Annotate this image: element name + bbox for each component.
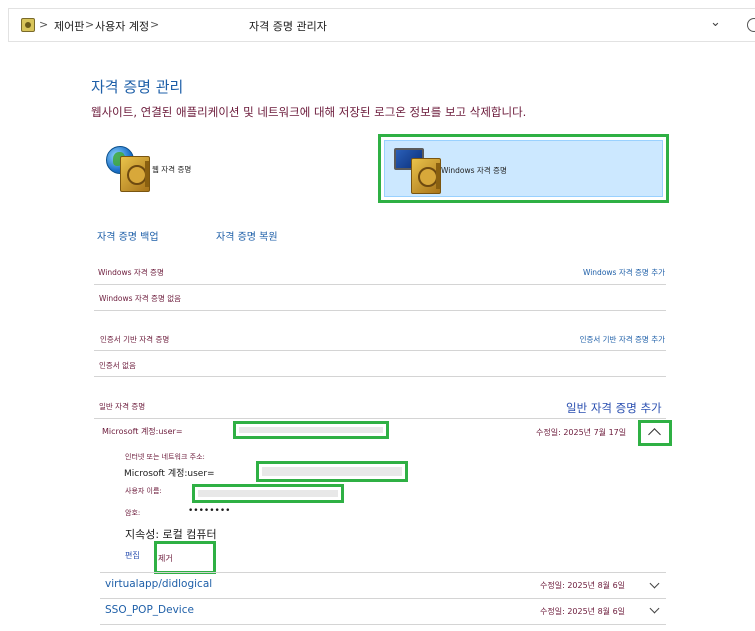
credential-modified-date: 수정일: 2025년 7월 17일 (536, 428, 627, 437)
certificate-credentials-heading: 인증서 기반 자격 증명 (100, 335, 170, 344)
credential-modified-date: 수정일: 2025년 8월 6일 (540, 607, 626, 616)
page-title: 자격 증명 관리 (91, 78, 184, 96)
breadcrumb-separator: > (39, 18, 49, 31)
credential-modified-date: 수정일: 2025년 8월 6일 (540, 581, 626, 590)
remove-credential-link[interactable]: 제거 (154, 541, 216, 574)
restore-credentials-link[interactable]: 자격 증명 복원 (216, 228, 278, 243)
password-value: •••••••• (188, 506, 231, 516)
redacted-region (192, 484, 344, 503)
chevron-down-icon[interactable] (649, 578, 660, 589)
address-label: 인터넷 또는 네트워크 주소: (125, 453, 205, 461)
collapse-credential-button[interactable] (638, 420, 672, 446)
selected-tile-background: Windows 자격 증명 (384, 140, 663, 197)
web-credentials-tile[interactable]: 웹 자격 증명 (102, 144, 322, 196)
divider (94, 418, 666, 419)
chevron-up-icon (648, 428, 661, 441)
address-value: Microsoft 계정:user= (124, 469, 215, 479)
persistence-value: 지속성: 로컬 컴퓨터 (125, 528, 217, 541)
certificate-empty: 인증서 없음 (99, 361, 136, 370)
generic-credentials-heading: 일반 자격 증명 (99, 402, 146, 411)
redacted-region (233, 421, 389, 439)
username-label: 사용자 이름: (125, 487, 162, 495)
chevron-down-icon[interactable] (649, 603, 660, 614)
address-history-chevron-icon[interactable]: ⌄ (710, 15, 721, 30)
redacted-region (256, 461, 408, 482)
password-label: 암호: (125, 509, 141, 517)
breadcrumb-credential-manager[interactable]: 자격 증명 관리자 (249, 18, 327, 34)
divider (94, 376, 666, 377)
backup-credentials-link[interactable]: 자격 증명 백업 (97, 228, 159, 243)
refresh-icon[interactable] (747, 18, 755, 32)
add-generic-credential-link[interactable]: 일반 자격 증명 추가 (566, 400, 662, 416)
divider (94, 284, 666, 285)
divider (94, 310, 666, 311)
vault-icon (120, 156, 150, 192)
add-certificate-credential-link[interactable]: 인증서 기반 자격 증명 추가 (580, 334, 665, 345)
windows-credentials-empty: Windows 자격 증명 없음 (99, 294, 182, 303)
breadcrumb-separator: > (150, 18, 160, 31)
control-panel-icon (21, 18, 35, 32)
windows-credentials-tile[interactable]: Windows 자격 증명 (378, 134, 669, 203)
divider (100, 572, 666, 573)
vault-icon (411, 158, 441, 194)
add-windows-credential-link[interactable]: Windows 자격 증명 추가 (583, 267, 665, 278)
divider (100, 624, 666, 625)
breadcrumb-separator: > (85, 18, 95, 31)
web-credentials-label: 웹 자격 증명 (152, 165, 192, 174)
breadcrumb-user-accounts[interactable]: 사용자 계정 (95, 18, 149, 34)
divider (100, 598, 666, 599)
credential-name[interactable]: SSO_POP_Device (105, 604, 194, 616)
credential-name[interactable]: virtualapp/didlogical (105, 578, 212, 590)
breadcrumb-control-panel[interactable]: 제어판 (54, 18, 84, 34)
windows-credentials-heading: Windows 자격 증명 (98, 268, 164, 277)
edit-credential-link[interactable]: 편집 (125, 550, 140, 561)
remove-label: 제거 (158, 554, 173, 563)
credential-name[interactable]: Microsoft 계정:user= (102, 426, 183, 437)
windows-credentials-label: Windows 자격 증명 (441, 166, 507, 175)
divider (94, 350, 666, 351)
page-subtitle: 웹사이트, 연결된 애플리케이션 및 네트워크에 대해 저장된 로그온 정보를 … (91, 105, 527, 119)
address-bar[interactable]: > 제어판 > 사용자 계정 > 자격 증명 관리자 ⌄ (8, 8, 755, 42)
